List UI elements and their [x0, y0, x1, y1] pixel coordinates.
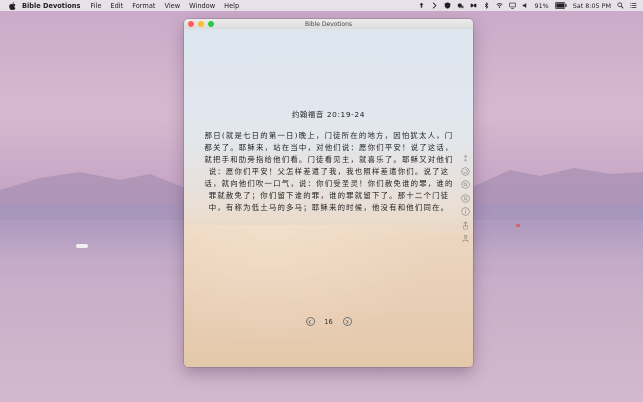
next-button[interactable]: [342, 317, 352, 326]
app-window: Bible Devotions 约翰福音 20:19-24 那日(就是七日的第一…: [184, 19, 473, 367]
upload-icon[interactable]: [418, 2, 425, 9]
font-size-icon[interactable]: aA: [461, 153, 470, 163]
clock[interactable]: Sat 8:05 PM: [573, 2, 611, 10]
window-title: Bible Devotions: [304, 20, 352, 28]
spotlight-search-icon[interactable]: [617, 2, 624, 9]
close-button[interactable]: [188, 21, 194, 27]
previous-button[interactable]: [305, 317, 315, 326]
desert-background: [184, 225, 473, 367]
desktop-boat: [516, 224, 520, 227]
menu-bar: Bible Devotions File Edit Format View Wi…: [0, 0, 643, 11]
butterfly-icon[interactable]: [470, 2, 477, 9]
search-icon[interactable]: [460, 180, 470, 189]
volume-icon[interactable]: [522, 2, 529, 9]
menu-edit[interactable]: Edit: [110, 2, 123, 10]
verse-reference: 约翰福音 20:19-24: [291, 110, 366, 119]
app-menu[interactable]: Bible Devotions: [22, 2, 80, 10]
wifi-icon[interactable]: [495, 2, 503, 9]
pager: 16: [184, 317, 473, 326]
menu-help[interactable]: Help: [224, 2, 239, 10]
bookmark-icon[interactable]: [460, 193, 470, 203]
chevron-icon[interactable]: [431, 2, 438, 9]
window-controls: [188, 21, 214, 27]
menu-window[interactable]: Window: [189, 2, 215, 10]
share-icon[interactable]: [461, 221, 470, 230]
shield-icon[interactable]: [444, 2, 451, 9]
bluetooth-icon[interactable]: [483, 2, 490, 9]
battery-icon[interactable]: [554, 2, 567, 9]
battery-percent: 91%: [534, 1, 549, 10]
page-number: 16: [324, 317, 333, 326]
desktop-boat: [76, 244, 88, 248]
menu-format[interactable]: Format: [132, 2, 155, 10]
minimize-button[interactable]: [198, 21, 204, 27]
menu-view[interactable]: View: [164, 2, 180, 10]
refresh-icon[interactable]: [460, 166, 470, 176]
menu-file[interactable]: File: [90, 2, 101, 10]
side-toolbar: aA: [459, 153, 471, 248]
info-icon[interactable]: [460, 207, 470, 216]
devotion-view: 约翰福音 20:19-24 那日(就是七日的第一日)晚上，门徒所在的地方，因怕犹…: [184, 29, 473, 367]
verse-text: 那日(就是七日的第一日)晚上，门徒所在的地方，因怕犹太人，门都关了。耶稣来，站在…: [204, 131, 454, 212]
apple-menu-icon[interactable]: [8, 1, 16, 10]
notification-center-icon[interactable]: [630, 2, 637, 9]
status-area: 91% Sat 8:05 PM: [418, 0, 637, 11]
zoom-button[interactable]: [208, 21, 214, 27]
display-icon[interactable]: [508, 2, 516, 9]
person-icon[interactable]: [461, 234, 470, 243]
cloud-user-icon[interactable]: [457, 2, 464, 9]
